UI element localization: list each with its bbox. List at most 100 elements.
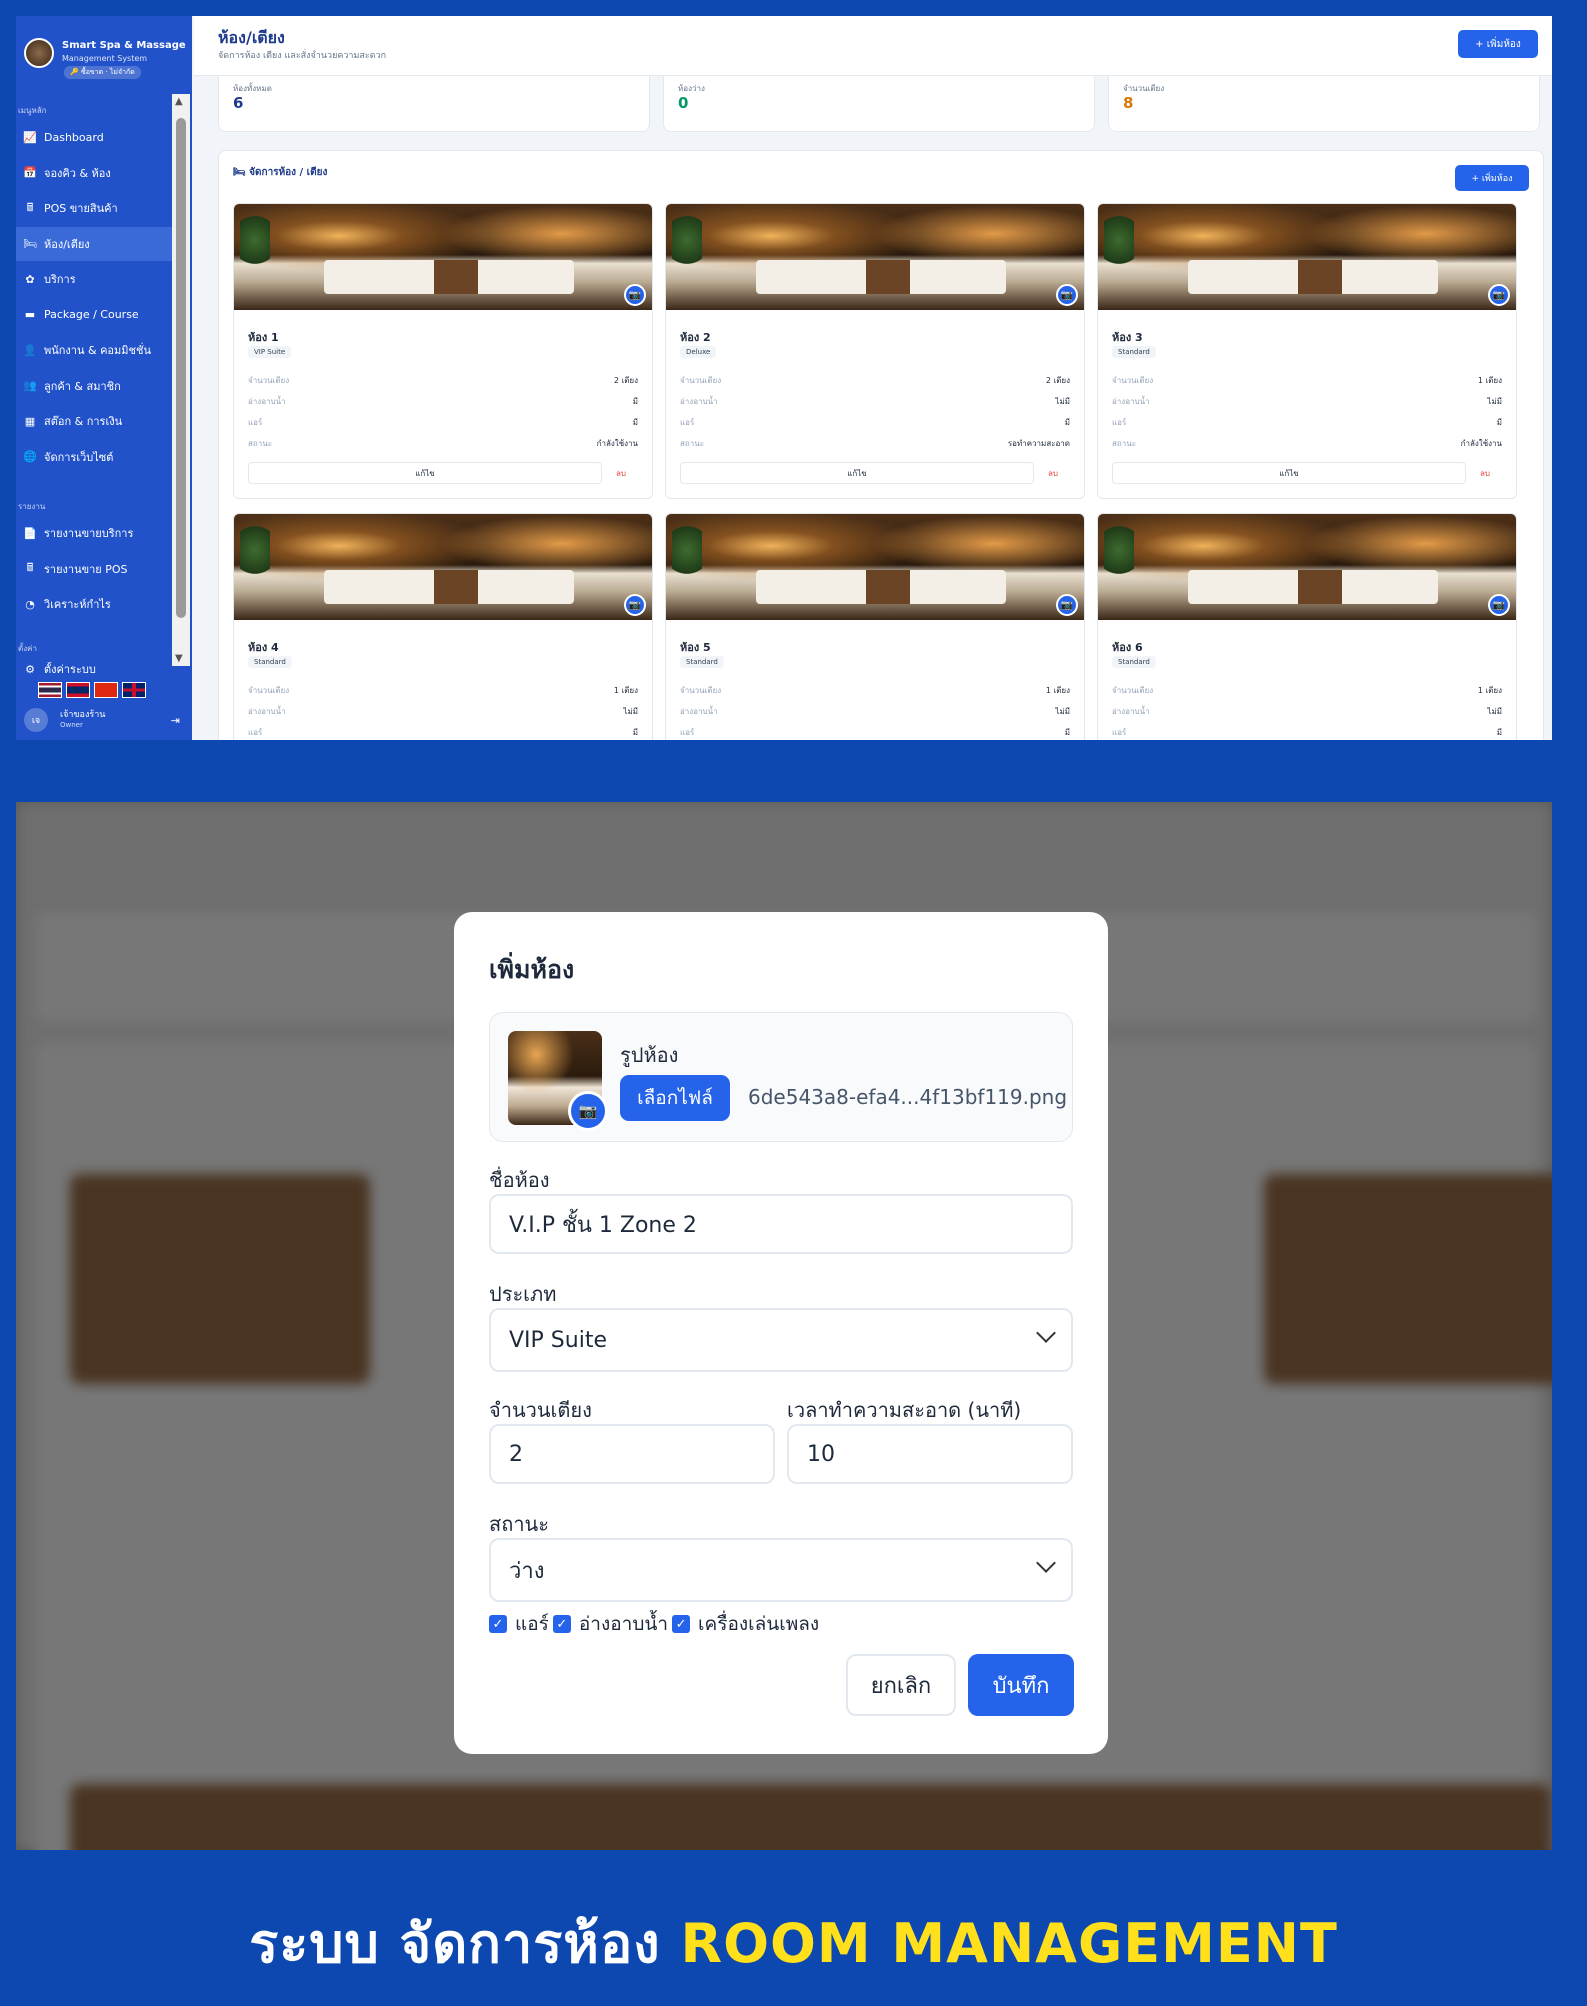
- camera-icon[interactable]: 📷: [1488, 284, 1510, 306]
- sidebar-item-0[interactable]: 📈 Dashboard: [16, 120, 172, 154]
- room-name: ห้อง 3: [1112, 331, 1143, 344]
- china-flag-icon[interactable]: [94, 682, 118, 698]
- stat-value: 6: [233, 94, 244, 112]
- scroll-thumb[interactable]: [176, 118, 186, 618]
- field-label: แอร์: [680, 418, 695, 427]
- user-role: Owner: [60, 721, 83, 730]
- sidebar-item-label: จองคิว & ห้อง: [44, 166, 111, 180]
- music-checkbox[interactable]: ✓: [672, 1615, 691, 1633]
- camera-icon[interactable]: 📷: [1488, 594, 1510, 616]
- add-room-modal: เพิ่มห้อง 📷 รูปห้อง เลือกไฟล์ 6de543a8-e…: [454, 912, 1108, 1754]
- room-field-row: สถานะ กำลังใช้งาน: [248, 437, 638, 450]
- field-value: มี: [1064, 418, 1070, 427]
- pie-icon: ◔: [25, 597, 35, 611]
- delete-button[interactable]: ลบ: [1480, 462, 1490, 484]
- field-value: มี: [1496, 728, 1502, 737]
- sidebar-item-label: จัดการเว็บไซต์: [44, 450, 114, 464]
- room-name-input[interactable]: V.I.P ชั้น 1 Zone 2: [489, 1194, 1073, 1254]
- image-upload: 📷 รูปห้อง เลือกไฟล์ 6de543a8-efa4...4f13…: [489, 1012, 1073, 1142]
- field-label: สถานะ: [680, 439, 704, 448]
- camera-icon[interactable]: 📷: [1056, 594, 1078, 616]
- stat-card: ห้องว่าง 0: [663, 76, 1095, 132]
- lotus-icon: ✿: [25, 272, 35, 286]
- sidebar-item-label: รายงานขายบริการ: [44, 527, 134, 540]
- bath-label: อ่างอาบน้ำ: [578, 1613, 669, 1635]
- sidebar-item-4[interactable]: ✿ บริการ: [16, 262, 172, 296]
- lao-flag-icon[interactable]: [66, 682, 90, 698]
- sidebar-item-2[interactable]: 🖩 POS ขายสินค้า: [16, 191, 172, 225]
- thai-flag-icon[interactable]: [38, 682, 62, 698]
- room-field-row: แอร์ มี: [680, 416, 1070, 429]
- section-main-label: เมนูหลัก: [18, 106, 47, 115]
- field-label: จำนวนเตียง: [680, 376, 722, 385]
- status-select[interactable]: ว่าง: [489, 1538, 1073, 1602]
- sidebar-item-6[interactable]: 👤 พนักงาน & คอมมิชชั่น: [16, 333, 172, 367]
- room-type-badge: Standard: [248, 656, 292, 668]
- panel-add-room-button[interactable]: + เพิ่มห้อง: [1455, 165, 1529, 191]
- sidebar-item-label: Dashboard: [44, 130, 104, 144]
- sidebar-item-settings[interactable]: ⚙ ตั้งค่าระบบ: [16, 662, 172, 677]
- field-value: กำลังใช้งาน: [1460, 439, 1502, 448]
- sidebar-item-9[interactable]: 🌐 จัดการเว็บไซต์: [16, 440, 172, 474]
- camera-icon[interactable]: 📷: [624, 594, 646, 616]
- panel-title: 🛏 จัดการห้อง / เตียง: [233, 167, 328, 178]
- scroll-up-icon[interactable]: ▲: [175, 96, 183, 107]
- sidebar-item-5[interactable]: ▬ Package / Course: [16, 298, 172, 332]
- sidebar-scrollbar[interactable]: ▲ ▼: [172, 94, 190, 666]
- field-label: สถานะ: [1112, 439, 1136, 448]
- user-profile: เจ เจ้าของร้าน Owner ⇥: [16, 700, 192, 740]
- camera-icon[interactable]: 📷: [1056, 284, 1078, 306]
- field-label: อ่างอาบน้ำ: [680, 707, 718, 716]
- sidebar-item-8[interactable]: ▦ สต๊อก & การเงิน: [16, 404, 172, 438]
- bath-checkbox[interactable]: ✓: [552, 1615, 571, 1633]
- sidebar-item-2[interactable]: ◔ วิเคราะห์กำไร: [16, 587, 172, 621]
- chevron-down-icon: [1036, 1553, 1056, 1573]
- room-field-row: จำนวนเตียง 2 เตียง: [680, 374, 1070, 387]
- sidebar-item-label: รายงานขาย POS: [44, 562, 128, 576]
- sidebar-item-7[interactable]: 👥 ลูกค้า & สมาชิก: [16, 369, 172, 403]
- app-subtitle: Management System: [62, 54, 148, 63]
- sidebar-item-label: บริการ: [44, 273, 76, 286]
- sidebar-item-0[interactable]: 📄 รายงานขายบริการ: [16, 516, 172, 550]
- room-field-row: อ่างอาบน้ำ ไม่มี: [680, 705, 1070, 718]
- sidebar: Smart Spa & Massage Management System 🔑 …: [16, 16, 192, 740]
- camera-icon[interactable]: 📷: [624, 284, 646, 306]
- edit-button[interactable]: แก้ไข: [248, 462, 602, 484]
- field-label: จำนวนเตียง: [1112, 686, 1154, 695]
- edit-button[interactable]: แก้ไข: [680, 462, 1034, 484]
- room-field-row: จำนวนเตียง 1 เตียง: [1112, 374, 1502, 387]
- sidebar-item-3[interactable]: 🛏 ห้อง/เตียง: [16, 226, 172, 261]
- field-value: มี: [632, 397, 638, 406]
- room-photo: [666, 514, 1084, 620]
- add-room-button[interactable]: + เพิ่มห้อง: [1458, 30, 1538, 58]
- upload-label: รูปห้อง: [620, 1043, 679, 1067]
- air-checkbox[interactable]: ✓: [489, 1615, 507, 1633]
- save-button[interactable]: บันทึก: [968, 1654, 1074, 1716]
- beds-input[interactable]: 2: [489, 1424, 775, 1484]
- camera-icon[interactable]: 📷: [568, 1091, 608, 1131]
- room-type-badge: Standard: [1112, 656, 1156, 668]
- cleaning-time-input[interactable]: 10: [787, 1424, 1073, 1484]
- room-type-badge: Standard: [1112, 346, 1156, 358]
- cancel-button[interactable]: ยกเลิก: [846, 1654, 956, 1716]
- scroll-down-icon[interactable]: ▼: [175, 653, 183, 664]
- edit-button[interactable]: แก้ไข: [1112, 462, 1466, 484]
- room-field-row: อ่างอาบน้ำ มี: [248, 395, 638, 408]
- uk-flag-icon[interactable]: [122, 682, 146, 698]
- room-type-select[interactable]: VIP Suite: [489, 1308, 1073, 1372]
- delete-button[interactable]: ลบ: [1048, 462, 1058, 484]
- room-photo: [234, 514, 652, 620]
- room-field-row: แอร์ มี: [248, 726, 638, 739]
- delete-button[interactable]: ลบ: [616, 462, 626, 484]
- logout-icon[interactable]: ⇥: [171, 714, 180, 727]
- field-value: 1 เตียง: [1477, 686, 1502, 695]
- field-label: แอร์: [248, 418, 263, 427]
- user-icon: 👤: [23, 343, 37, 357]
- field-value: มี: [632, 418, 638, 427]
- field-label: อ่างอาบน้ำ: [1112, 397, 1150, 406]
- sidebar-item-1[interactable]: 🖩 รายงานขาย POS: [16, 552, 172, 586]
- choose-file-button[interactable]: เลือกไฟล์: [620, 1075, 730, 1121]
- field-label: อ่างอาบน้ำ: [680, 397, 718, 406]
- page-subtitle: จัดการห้อง เตียง และสั่งจำนวยความสะดวก: [218, 51, 387, 61]
- sidebar-item-1[interactable]: 📅 จองคิว & ห้อง: [16, 156, 172, 190]
